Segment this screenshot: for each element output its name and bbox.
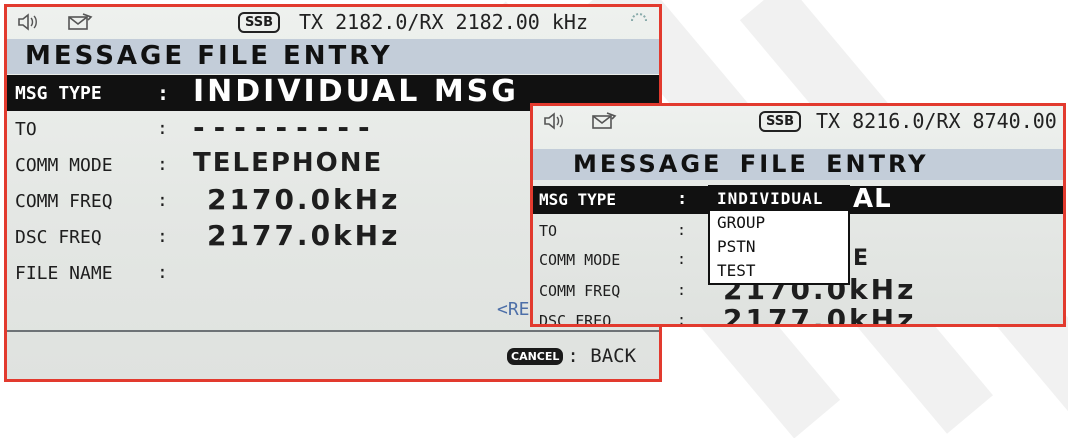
field-label-comm-mode: COMM MODE [15,155,113,176]
envelope-icon [591,111,617,135]
ssb-mode-badge: SSB [759,111,802,132]
signal-arc-icon [629,11,649,35]
footer-divider [7,330,659,332]
dsc-freq-value: 2177.0kHz [207,219,401,252]
field-colon: : [157,154,168,175]
msg-type-dropdown[interactable]: INDIVIDUAL GROUP PSTN TEST [708,185,850,285]
cancel-back-hint[interactable]: CANCEL : BACK [507,345,636,367]
status-bar: SSB TX 8216.0/RX 8740.00 [533,106,1063,136]
dropdown-option-test[interactable]: TEST [710,259,848,283]
field-colon: : [677,221,687,239]
status-bar: SSB TX 2182.0/RX 2182.00 kHz [7,7,659,37]
field-label-comm-mode: COMM MODE [539,251,621,269]
comm-mode-value: TELEPHONE [193,148,384,178]
msg-type-value-fragment: AL [853,184,892,214]
page-title: MESSAGE FILE ENTRY [533,149,1063,180]
page-title: MESSAGE FILE ENTRY [7,39,659,74]
to-value: --------- [193,111,379,144]
field-colon: : [157,226,168,247]
tx-rx-frequency: TX 2182.0/RX 2182.00 kHz [299,10,588,34]
dropdown-option-pstn[interactable]: PSTN [710,235,848,259]
comm-mode-value-fragment: E [853,246,870,271]
msg-type-value: INDIVIDUAL MSG [193,74,519,109]
field-label-to: TO [15,119,37,140]
envelope-icon [67,12,93,36]
dsc-freq-value: 2177.0kHz [723,303,917,327]
field-label-msg-type: MSG TYPE [539,190,617,209]
dsc-freq-row[interactable]: DSC FREQ : 2177.0kHz [533,303,1063,327]
field-colon: : [157,81,170,105]
ssb-mode-badge: SSB [238,12,281,33]
dropdown-option-group[interactable]: GROUP [710,211,848,235]
comm-freq-value: 2170.0kHz [207,183,401,216]
field-label-msg-type: MSG TYPE [15,83,102,104]
back-label: : BACK [567,345,637,367]
field-colon: : [677,281,687,299]
field-colon: : [157,190,168,211]
field-label-to: TO [539,222,558,240]
speaker-icon [543,112,565,134]
partial-hint-text: <RE [497,299,530,320]
tx-rx-frequency: TX 8216.0/RX 8740.00 [816,109,1057,133]
field-colon: : [677,189,688,209]
field-label-comm-freq: COMM FREQ [15,191,113,212]
field-label-dsc-freq: DSC FREQ [539,312,612,327]
field-label-file-name: FILE NAME [15,263,113,284]
field-label-comm-freq: COMM FREQ [539,282,621,300]
cancel-key-icon: CANCEL [507,347,564,365]
field-colon: : [157,262,168,283]
message-type-dropdown-screen: SSB TX 8216.0/RX 8740.00 MESSAGE FILE EN… [530,103,1066,327]
field-colon: : [677,311,687,327]
field-colon: : [157,118,168,139]
dropdown-option-individual[interactable]: INDIVIDUAL [710,187,848,211]
speaker-icon [17,13,39,35]
field-label-dsc-freq: DSC FREQ [15,227,102,248]
field-colon: : [677,250,687,268]
